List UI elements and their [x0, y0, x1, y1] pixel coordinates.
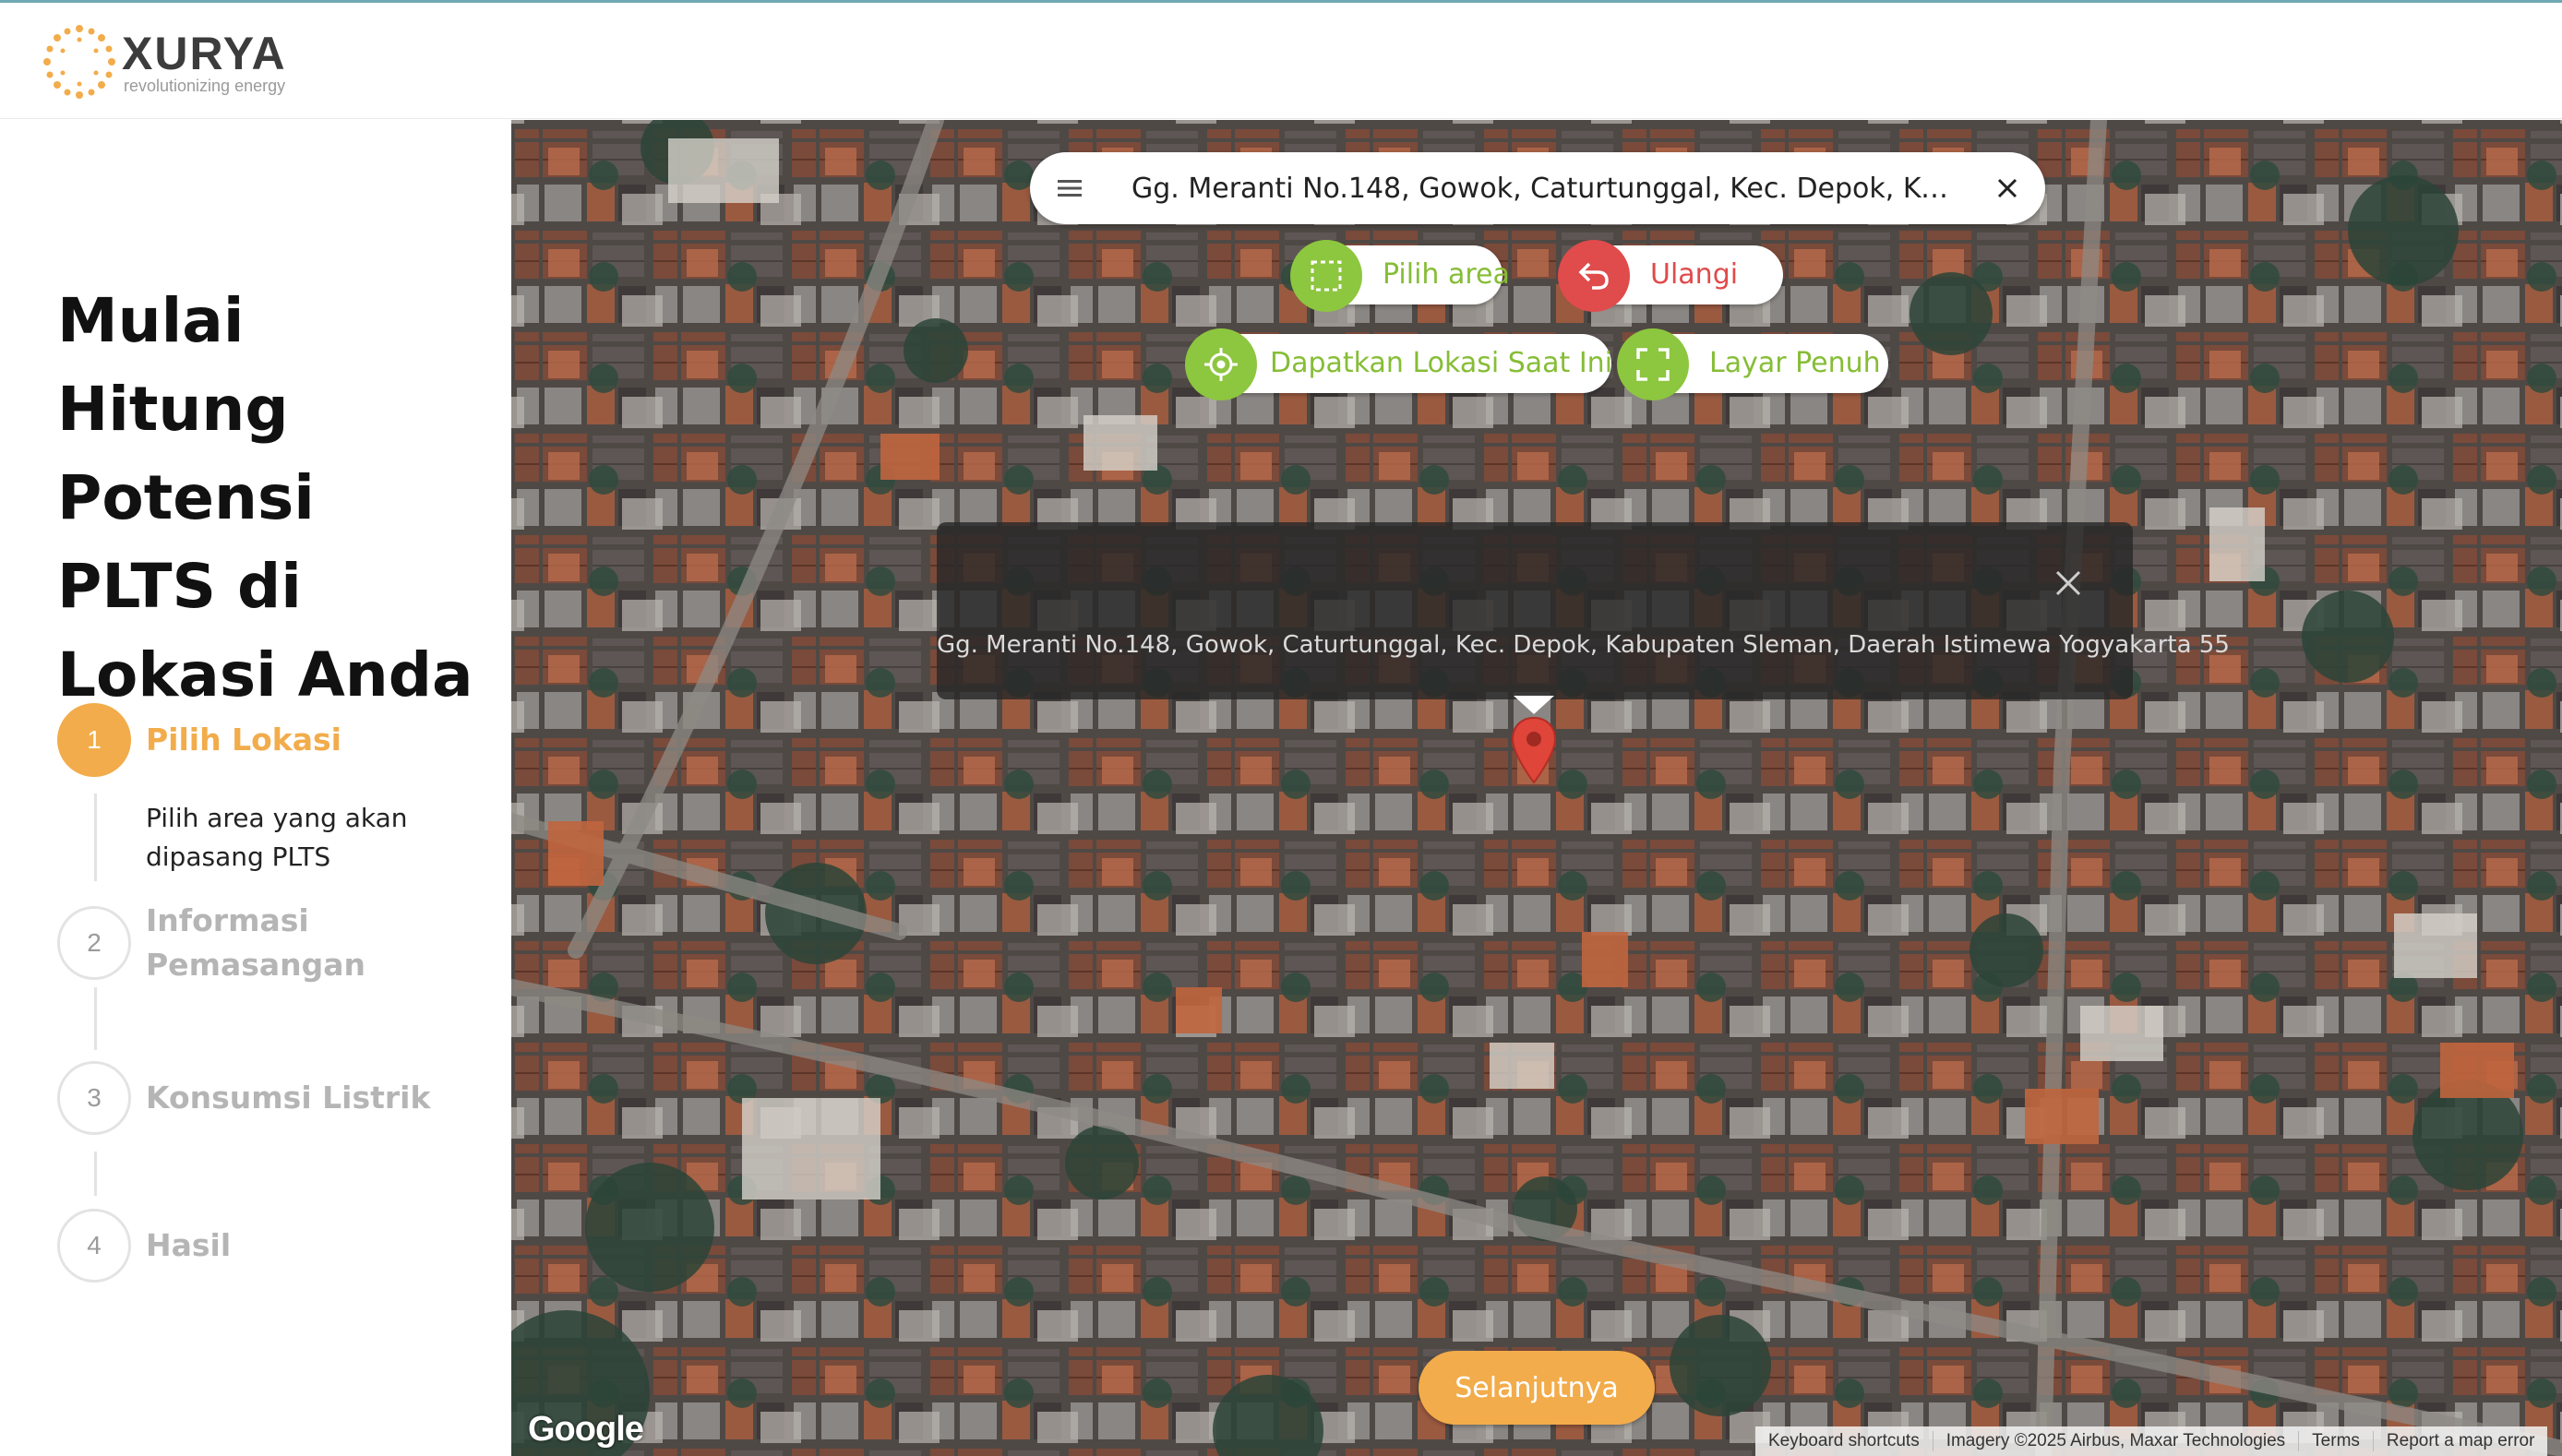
reset-button[interactable]: Ulangi: [1558, 240, 1783, 312]
select-area-icon: [1290, 240, 1362, 312]
address-search-bar[interactable]: Gg. Meranti No.148, Gowok, Caturtunggal,…: [1030, 152, 2045, 224]
menu-icon[interactable]: [1052, 171, 1087, 206]
step-connector: [94, 1152, 97, 1196]
info-window-pointer: [1514, 696, 1554, 714]
info-window-address: Gg. Meranti No.148, Gowok, Caturtunggal,…: [937, 631, 2230, 659]
google-logo: Google: [528, 1410, 644, 1449]
step-label: Hasil: [146, 1227, 232, 1263]
crosshair-icon: [1185, 328, 1257, 400]
fullscreen-icon: [1617, 328, 1689, 400]
select-area-label: Pilih area: [1383, 258, 1510, 291]
step-number: 2: [57, 906, 131, 980]
step-label: Informasi Pemasangan: [146, 902, 366, 983]
reset-label: Ulangi: [1650, 258, 1739, 291]
brand-tagline: revolutionizing energy: [124, 77, 286, 95]
location-info-window: Gg. Meranti No.148, Gowok, Caturtunggal,…: [937, 522, 2230, 699]
step-label: Konsumsi Listrik: [146, 1080, 431, 1116]
current-location-label: Dapatkan Lokasi Saat Ini: [1270, 347, 1613, 379]
close-icon[interactable]: [1990, 171, 2025, 206]
step-connector: [94, 987, 97, 1050]
next-button[interactable]: Selanjutnya: [1419, 1351, 1655, 1425]
location-pin-icon[interactable]: [1510, 716, 1558, 786]
select-area-button[interactable]: Pilih area: [1290, 240, 1510, 312]
imagery-credit: Imagery ©2025 Airbus, Maxar Technologies: [1933, 1431, 2300, 1451]
current-location-button[interactable]: Dapatkan Lokasi Saat Ini: [1185, 328, 1613, 400]
search-input[interactable]: Gg. Meranti No.148, Gowok, Caturtunggal,…: [1131, 171, 1962, 208]
step-connector: [94, 794, 97, 881]
steps-sidebar: Mulai Hitung Potensi PLTS di Lokasi Anda…: [0, 120, 511, 1456]
step-number: 4: [57, 1209, 131, 1283]
sun-logo-icon: [43, 25, 115, 99]
step-description: Pilih area yang akan dipasang PLTS: [146, 803, 408, 872]
fullscreen-button[interactable]: Layar Penuh: [1617, 328, 1888, 400]
step-number: 1: [57, 703, 131, 777]
page-title: Mulai Hitung Potensi PLTS di Lokasi Anda: [57, 285, 473, 710]
step-label: Pilih Lokasi: [146, 722, 341, 758]
report-error-link[interactable]: Report a map error: [2374, 1431, 2548, 1451]
brand-logo[interactable]: XURYA revolutionizing energy: [41, 23, 317, 101]
map-attribution: Keyboard shortcuts Imagery ©2025 Airbus,…: [1755, 1426, 2548, 1456]
close-icon[interactable]: [2050, 565, 2087, 602]
undo-icon: [1558, 240, 1630, 312]
app-header: XURYA revolutionizing energy: [0, 3, 2562, 119]
satellite-map[interactable]: Gg. Meranti No.148, Gowok, Caturtunggal,…: [511, 120, 2562, 1456]
brand-name: XURYA: [122, 28, 287, 79]
satellite-imagery: [511, 120, 2562, 1456]
keyboard-shortcuts-link[interactable]: Keyboard shortcuts: [1755, 1431, 1933, 1451]
terms-link[interactable]: Terms: [2299, 1431, 2374, 1451]
fullscreen-label: Layar Penuh: [1709, 347, 1881, 379]
step-number: 3: [57, 1061, 131, 1135]
